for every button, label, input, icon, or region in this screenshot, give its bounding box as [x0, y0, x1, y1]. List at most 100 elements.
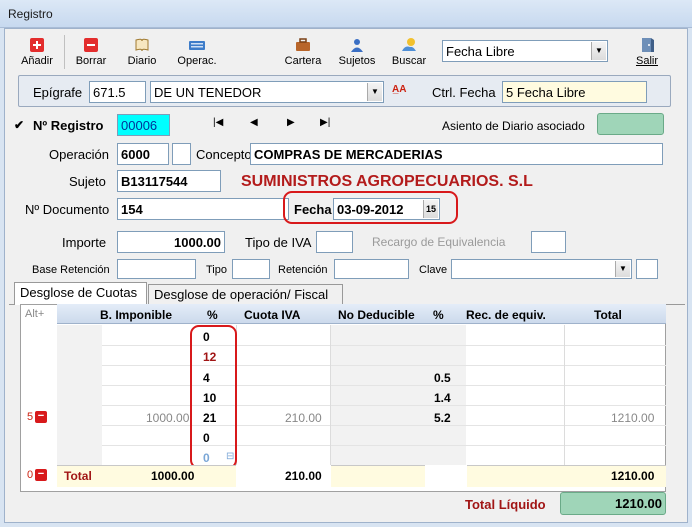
retencion-label: Retención	[278, 264, 328, 276]
chevron-down-icon[interactable]: ▼	[367, 83, 382, 101]
operacion-field[interactable]: 6000	[117, 143, 169, 165]
col-header-re-pct[interactable]: %	[433, 308, 444, 322]
check-icon[interactable]: ✔	[14, 118, 24, 132]
delete-button[interactable]: Borrar	[73, 37, 109, 67]
users-icon	[351, 39, 363, 52]
pct-cell[interactable]: 0	[203, 330, 210, 344]
add-button[interactable]: Añadir	[19, 37, 55, 67]
total-liquido-label: Total Líquido	[465, 497, 546, 512]
sujeto-field[interactable]: B13117544	[117, 170, 221, 192]
importe-label: Importe	[62, 235, 107, 250]
book-icon	[135, 38, 149, 52]
clave-extra-field[interactable]	[636, 259, 658, 279]
epigrafe-desc: DE UN TENEDOR	[154, 85, 262, 100]
fecha-field[interactable]: 03-09-2012 15	[333, 198, 440, 220]
row-divider	[102, 365, 666, 366]
col-header-total[interactable]: Total	[594, 308, 622, 322]
chevron-down-icon[interactable]: ▼	[615, 261, 630, 277]
ctrl-fecha-field: 5 Fecha Libre	[502, 81, 647, 103]
remove-row-icon[interactable]: −	[35, 469, 47, 481]
pct-cell[interactable]: 21	[203, 411, 216, 425]
calendar-icon[interactable]: 15	[423, 200, 438, 218]
journal-button[interactable]: Diario	[124, 37, 160, 67]
concepto-label: Concepto	[196, 147, 252, 162]
sujeto-name: SUMINISTROS AGROPECUARIOS. S.L	[241, 173, 533, 190]
title-bar: Registro	[0, 0, 692, 28]
tab-desglose-cuotas[interactable]: Desglose de Cuotas	[14, 282, 147, 305]
tipo-field[interactable]	[232, 259, 270, 279]
portfolio-button[interactable]: Cartera	[283, 37, 323, 67]
tab-label: Desglose de operación/ Fiscal	[154, 287, 329, 302]
registro-label: Nº Registro	[33, 118, 104, 133]
epigrafe-code-field[interactable]: 671.5	[89, 81, 146, 103]
fecha-value: 03-09-2012	[337, 202, 404, 217]
clave-select[interactable]: ▼	[451, 259, 632, 279]
col-header-cuota[interactable]: Cuota IVA	[244, 308, 300, 322]
row-count: 5	[27, 411, 34, 423]
row-divider	[102, 345, 666, 346]
nav-next-icon[interactable]: ▶	[287, 117, 295, 128]
search-button[interactable]: Buscar	[389, 37, 429, 67]
re-pct-cell[interactable]: 5.2	[434, 411, 451, 425]
col-header-base[interactable]: B. Imponible	[100, 308, 172, 322]
documento-field[interactable]: 154	[117, 198, 289, 220]
base-retencion-field[interactable]	[117, 259, 196, 279]
pct-cell[interactable]: 4	[203, 371, 210, 385]
exit-label: Salir	[635, 55, 658, 67]
recargo-label: Recargo de Equivalencia	[372, 235, 506, 249]
concepto-field[interactable]: COMPRAS DE MERCADERIAS	[250, 143, 663, 165]
date-mode-select[interactable]: Fecha Libre ▼	[442, 40, 608, 62]
exit-button[interactable]: Salir	[629, 37, 665, 67]
grid-gutter	[57, 325, 102, 465]
row-divider	[102, 385, 666, 386]
subjects-button[interactable]: Sujetos	[335, 37, 379, 67]
importe-field[interactable]: 1000.00	[117, 231, 225, 253]
nav-last-icon[interactable]: ▶|	[320, 117, 330, 128]
delete-label: Borrar	[75, 55, 107, 67]
total-count: 0	[27, 469, 34, 481]
search-label: Buscar	[391, 55, 427, 67]
col-divider	[564, 325, 565, 465]
documento-label: Nº Documento	[25, 202, 110, 217]
nav-first-icon[interactable]: |◀	[213, 117, 223, 128]
row-divider	[102, 405, 666, 406]
epigrafe-label: Epígrafe	[33, 85, 83, 100]
row-divider	[102, 445, 666, 446]
tipo-label: Tipo	[206, 264, 227, 276]
sort-az-icon[interactable]: A̲A	[392, 84, 406, 95]
pct-cell[interactable]: 0	[203, 451, 210, 465]
base-cell[interactable]: 1000.00	[146, 411, 189, 425]
col-header-recargo[interactable]: Rec. de equiv.	[466, 308, 546, 322]
chevron-down-icon[interactable]: ▼	[591, 42, 606, 60]
col-header-pct[interactable]: %	[207, 308, 218, 322]
nav-prev-icon[interactable]: ◀	[250, 117, 258, 128]
grid-body	[102, 325, 666, 465]
recargo-field[interactable]	[531, 231, 566, 253]
fecha-label: Fecha	[294, 202, 332, 217]
edit-icon[interactable]: ⊟	[226, 451, 234, 462]
retencion-field[interactable]	[334, 259, 409, 279]
asiento-field[interactable]	[597, 113, 664, 135]
row-divider	[102, 425, 666, 426]
tipo-iva-field[interactable]	[316, 231, 353, 253]
alt-label: Alt+	[25, 308, 45, 320]
epigrafe-select[interactable]: DE UN TENEDOR ▼	[150, 81, 384, 103]
total-cell[interactable]: 1210.00	[611, 411, 654, 425]
add-label: Añadir	[21, 55, 53, 67]
re-pct-cell[interactable]: 0.5	[434, 371, 451, 385]
pct-cell[interactable]: 10	[203, 391, 216, 405]
window-title: Registro	[8, 7, 53, 21]
remove-row-icon[interactable]: −	[35, 411, 47, 423]
journal-label: Diario	[127, 55, 157, 67]
pct-cell[interactable]: 12	[203, 350, 216, 364]
operacion-subcode-field[interactable]	[172, 143, 191, 165]
re-pct-cell[interactable]: 1.4	[434, 391, 451, 405]
operations-button[interactable]: Operac.	[175, 37, 219, 67]
cuota-cell[interactable]: 210.00	[285, 411, 322, 425]
col-header-no-deducible[interactable]: No Deducible	[338, 308, 415, 322]
registro-number-field[interactable]: 00006	[117, 114, 170, 136]
pct-cell[interactable]: 0	[203, 431, 210, 445]
plus-icon	[30, 38, 44, 52]
tab-desglose-operacion[interactable]: Desglose de operación/ Fiscal	[148, 284, 343, 305]
tipo-iva-label: Tipo de IVA	[245, 235, 312, 250]
